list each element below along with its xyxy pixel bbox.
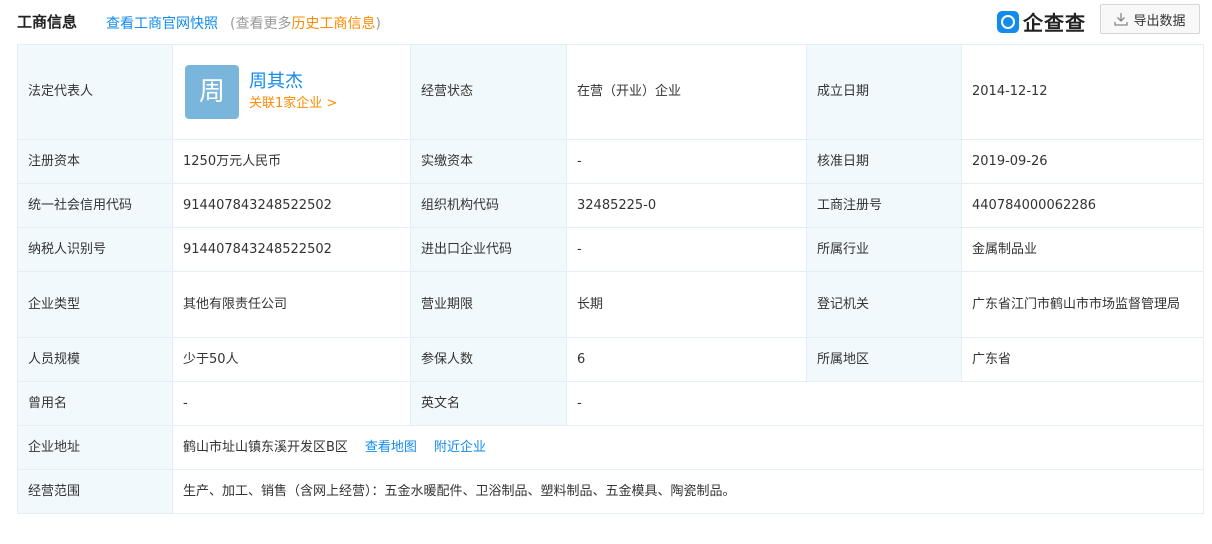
legal-rep-name[interactable]: 周其杰	[249, 70, 337, 94]
table-row: 企业类型 其他有限责任公司 营业期限 长期 登记机关 广东省江门市鹤山市市场监督…	[17, 271, 1204, 338]
insured-value: 6	[566, 337, 807, 382]
english-name-label: 英文名	[410, 381, 567, 426]
status-label: 经营状态	[410, 44, 567, 140]
staff-value: 少于50人	[172, 337, 411, 382]
hint-prefix: (查看更多	[230, 16, 292, 32]
export-data-button[interactable]: 导出数据	[1100, 4, 1200, 34]
snapshot-link[interactable]: 查看工商官网快照	[106, 13, 218, 33]
reg-capital-value: 1250万元人民币	[172, 139, 411, 184]
industry-label: 所属行业	[806, 227, 962, 272]
export-label: 导出数据	[1133, 13, 1186, 29]
address-label: 企业地址	[17, 425, 173, 470]
taxpayer-label: 纳税人识别号	[17, 227, 173, 272]
table-row: 纳税人识别号 914407843248522502 进出口企业代码 - 所属行业…	[17, 227, 1204, 272]
table-row: 统一社会信用代码 914407843248522502 组织机构代码 32485…	[17, 183, 1204, 228]
term-label: 营业期限	[410, 271, 567, 338]
table-row: 曾用名 - 英文名 -	[17, 381, 1204, 426]
scope-label: 经营范围	[17, 469, 173, 514]
region-value: 广东省	[961, 337, 1204, 382]
nearby-companies-link[interactable]: 附近企业	[434, 440, 486, 455]
related-companies-link[interactable]: 关联1家企业 >	[249, 94, 337, 114]
reg-no-label: 工商注册号	[806, 183, 962, 228]
authority-label: 登记机关	[806, 271, 962, 338]
import-export-label: 进出口企业代码	[410, 227, 567, 272]
table-row: 经营范围 生产、加工、销售（含网上经营）：五金水暖配件、卫浴制品、塑料制品、五金…	[17, 469, 1204, 514]
region-label: 所属地区	[806, 337, 962, 382]
taxpayer-value: 914407843248522502	[172, 227, 411, 272]
company-type-label: 企业类型	[17, 271, 173, 338]
status-value: 在营（开业）企业	[566, 44, 807, 140]
legal-rep-cell: 周 周其杰 关联1家企业 >	[172, 44, 411, 140]
former-name-label: 曾用名	[17, 381, 173, 426]
qichacha-logo: 企查查	[997, 7, 1086, 36]
table-row: 企业地址 鹤山市址山镇东溪开发区B区 查看地图 附近企业	[17, 425, 1204, 470]
term-value: 长期	[566, 271, 807, 338]
english-name-value: -	[566, 381, 1204, 426]
org-code-value: 32485225-0	[566, 183, 807, 228]
section-title: 工商信息	[17, 13, 78, 31]
address-cell: 鹤山市址山镇东溪开发区B区 查看地图 附近企业	[172, 425, 1204, 470]
view-map-link[interactable]: 查看地图	[365, 440, 417, 455]
logo-icon	[997, 10, 1019, 33]
staff-label: 人员规模	[17, 337, 173, 382]
legal-rep-label: 法定代表人	[17, 44, 173, 140]
reg-no-value: 440784000062286	[961, 183, 1204, 228]
avatar[interactable]: 周	[185, 65, 239, 119]
scope-value: 生产、加工、销售（含网上经营）：五金水暖配件、卫浴制品、塑料制品、五金模具、陶瓷…	[172, 469, 1204, 514]
history-link[interactable]: 历史工商信息	[291, 16, 375, 32]
credit-code-label: 统一社会信用代码	[17, 183, 173, 228]
logo-text: 企查查	[1023, 11, 1086, 35]
founded-value: 2014-12-12	[961, 44, 1204, 140]
table-row: 法定代表人 周 周其杰 关联1家企业 > 经营状态 在营（开业）企业 成立日期 …	[17, 44, 1204, 140]
address-value: 鹤山市址山镇东溪开发区B区	[183, 439, 348, 455]
authority-value: 广东省江门市鹤山市市场监督管理局	[961, 271, 1204, 338]
approved-label: 核准日期	[806, 139, 962, 184]
paid-capital-label: 实缴资本	[410, 139, 567, 184]
founded-label: 成立日期	[806, 44, 962, 140]
download-icon	[1114, 13, 1129, 26]
business-info-table: 法定代表人 周 周其杰 关联1家企业 > 经营状态 在营（开业）企业 成立日期 …	[17, 44, 1204, 514]
industry-value: 金属制品业	[961, 227, 1204, 272]
org-code-label: 组织机构代码	[410, 183, 567, 228]
table-row: 人员规模 少于50人 参保人数 6 所属地区 广东省	[17, 337, 1204, 382]
credit-code-value: 914407843248522502	[172, 183, 411, 228]
hint-suffix: )	[375, 16, 381, 32]
insured-label: 参保人数	[410, 337, 567, 382]
table-row: 注册资本 1250万元人民币 实缴资本 - 核准日期 2019-09-26	[17, 139, 1204, 184]
section-header: 工商信息 查看工商官网快照 (查看更多历史工商信息) 企查查 导出数据	[0, 0, 1212, 44]
approved-value: 2019-09-26	[961, 139, 1204, 184]
former-name-value: -	[172, 381, 411, 426]
import-export-value: -	[566, 227, 807, 272]
paid-capital-value: -	[566, 139, 807, 184]
company-type-value: 其他有限责任公司	[172, 271, 411, 338]
reg-capital-label: 注册资本	[17, 139, 173, 184]
history-hint: (查看更多历史工商信息)	[230, 13, 381, 33]
